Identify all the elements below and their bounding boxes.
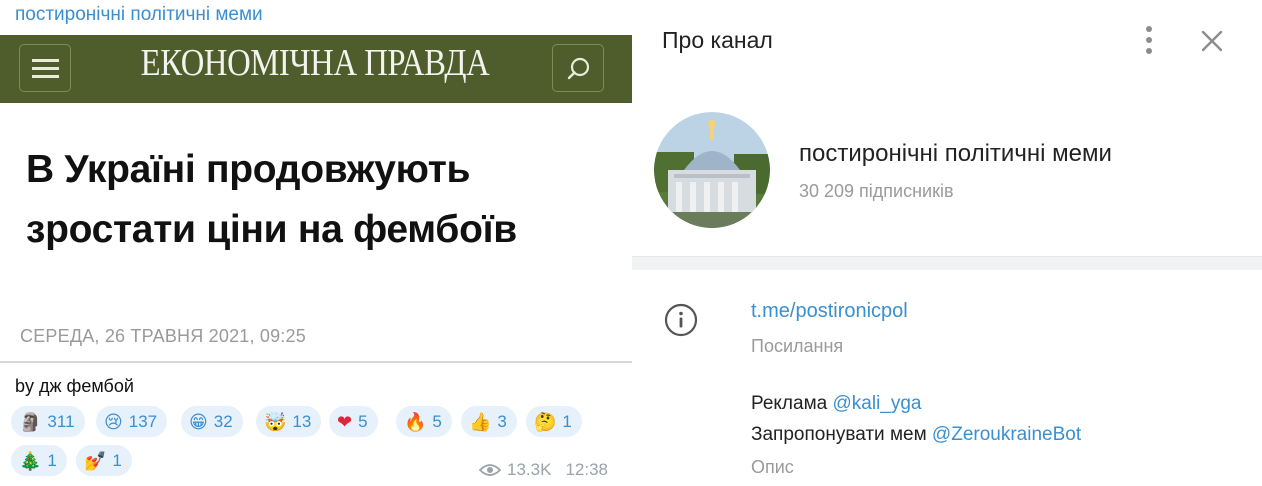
views-eye-icon <box>479 464 501 476</box>
post-meta: 13.3K 12:38 <box>479 460 608 480</box>
channel-info-panel: Про канал постиронічні політичні меми 30… <box>632 0 1262 486</box>
reaction-count: 1 <box>112 450 122 470</box>
reaction-fire[interactable]: 🔥 5 <box>396 406 452 437</box>
grinning-face-icon: 😁 <box>189 411 208 432</box>
channel-avatar[interactable] <box>654 112 770 228</box>
christmas-tree-icon: 🎄 <box>19 450 42 471</box>
view-count: 13.3K <box>507 460 552 479</box>
suggest-label: Запропонувати мем <box>751 424 927 445</box>
reaction-grinning-face[interactable]: 😁 32 <box>181 406 243 437</box>
crying-face-icon: 😢 <box>104 411 123 432</box>
panel-title: Про канал <box>662 27 773 53</box>
reaction-count: 5 <box>358 411 368 431</box>
channel-name: постиронічні політичні меми <box>799 140 1112 167</box>
article-headline: В Україні продовжують зростати ціни на ф… <box>26 148 517 251</box>
ads-mention-link[interactable]: @kali_yga <box>833 393 922 414</box>
description-caption: Опис <box>751 457 794 477</box>
fire-icon: 🔥 <box>404 411 427 432</box>
thumbs-up-icon: 👍 <box>469 411 492 432</box>
description-ads-line: Реклама @kali_yga <box>751 393 922 415</box>
reaction-exploding-head[interactable]: 🤯 13 <box>256 406 322 437</box>
reaction-count: 13 <box>292 411 312 431</box>
reaction-count: 1 <box>562 411 572 431</box>
reaction-heart[interactable]: ❤ 5 <box>329 406 378 437</box>
heart-icon: ❤ <box>337 411 353 432</box>
section-separator <box>632 256 1262 270</box>
reaction-count: 32 <box>213 411 233 431</box>
reaction-count: 5 <box>432 411 442 431</box>
channel-link[interactable]: t.me/postironicpol <box>751 300 908 323</box>
exploding-head-icon: 🤯 <box>264 411 287 432</box>
article-date: СЕРЕДА, 26 ТРАВНЯ 2021, 09:25 <box>20 326 306 346</box>
site-logo: ЕКОНОМІЧНА ПРАВДА <box>140 42 490 84</box>
reaction-count: 1 <box>47 450 57 470</box>
post-caption: by дж фембой <box>15 376 134 396</box>
post-channel-name[interactable]: постиронічні політичні меми <box>15 4 263 26</box>
info-icon <box>664 303 698 337</box>
post-time: 12:38 <box>565 460 608 479</box>
search-icon <box>552 44 604 92</box>
nail-polish-icon: 💅 <box>84 450 107 471</box>
article-site-header: ЕКОНОМІЧНА ПРАВДА <box>0 35 632 103</box>
reaction-count: 311 <box>47 411 75 431</box>
more-vertical-icon[interactable] <box>1138 26 1160 54</box>
reaction-count: 137 <box>128 411 158 431</box>
description-suggest-line: Запропонувати мем @ZeroukraineBot <box>751 424 1081 446</box>
reaction-thinking-face[interactable]: 🤔 1 <box>526 406 582 437</box>
close-icon[interactable] <box>1200 29 1224 53</box>
post-panel: постиронічні політичні меми ЕКОНОМІЧНА П… <box>0 0 632 486</box>
link-caption: Посилання <box>751 336 844 356</box>
divider <box>0 361 632 363</box>
ads-label: Реклама <box>751 393 828 414</box>
reaction-moai[interactable]: 🗿 311 <box>11 406 85 437</box>
hamburger-menu-icon <box>19 44 71 92</box>
thinking-face-icon: 🤔 <box>534 411 557 432</box>
suggest-mention-link[interactable]: @ZeroukraineBot <box>932 424 1081 445</box>
subscriber-count: 30 209 підписників <box>799 181 954 201</box>
reaction-nail-polish[interactable]: 💅 1 <box>76 445 132 476</box>
reaction-count: 3 <box>497 411 507 431</box>
reaction-christmas-tree[interactable]: 🎄 1 <box>11 445 67 476</box>
reaction-thumbs-up[interactable]: 👍 3 <box>461 406 517 437</box>
moai-icon: 🗿 <box>19 411 42 432</box>
reaction-crying-face[interactable]: 😢 137 <box>96 406 168 437</box>
